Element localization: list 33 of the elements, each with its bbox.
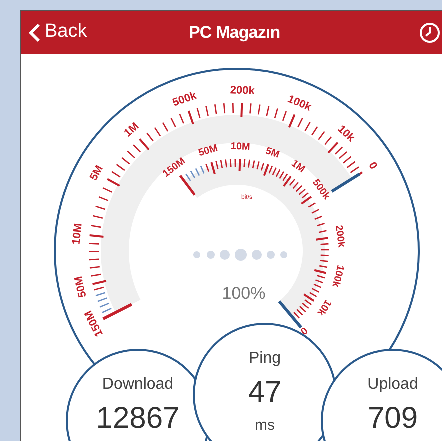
- scale-label: 0: [366, 160, 380, 172]
- scale-label: 500k: [171, 90, 198, 110]
- scale-end-marker: [278, 300, 302, 329]
- scale-label: 10M: [70, 223, 85, 246]
- stat-value: 12867: [96, 401, 180, 437]
- scale-label: 200k: [230, 84, 256, 98]
- stat-label: Ping: [248, 349, 282, 369]
- scale-label: 10M: [230, 141, 251, 154]
- scale-label: 100k: [330, 264, 346, 288]
- clock-icon[interactable]: [419, 22, 441, 44]
- loading-dots-icon: [194, 249, 288, 261]
- scale-end-marker: [102, 303, 133, 320]
- scale-label: 50M: [72, 275, 90, 299]
- scale-label: 0: [298, 324, 310, 337]
- stat-label: Upload: [368, 375, 418, 395]
- back-button[interactable]: Back: [29, 18, 88, 47]
- chevron-left-icon: [29, 22, 41, 42]
- scale-label: 1M: [122, 120, 142, 140]
- scale-end-marker: [331, 172, 361, 193]
- window-title: PC Magazın: [189, 22, 280, 44]
- scale-label: 50M: [198, 143, 220, 160]
- stat-value: 709: [368, 401, 418, 437]
- stat-unit: ms: [255, 416, 275, 436]
- scale-label: 100k: [286, 93, 314, 114]
- progress-percent: 100%: [222, 284, 266, 303]
- scale-label: 200k: [332, 224, 347, 248]
- stat-label: Download: [102, 375, 174, 395]
- stat-value: 47: [248, 375, 282, 411]
- scale-label: 10k: [335, 123, 357, 145]
- scale-label: 5M: [264, 146, 281, 161]
- scale-label: 10k: [314, 298, 334, 318]
- scale-label: 1M: [289, 158, 307, 176]
- scale-label: 5M: [88, 164, 106, 183]
